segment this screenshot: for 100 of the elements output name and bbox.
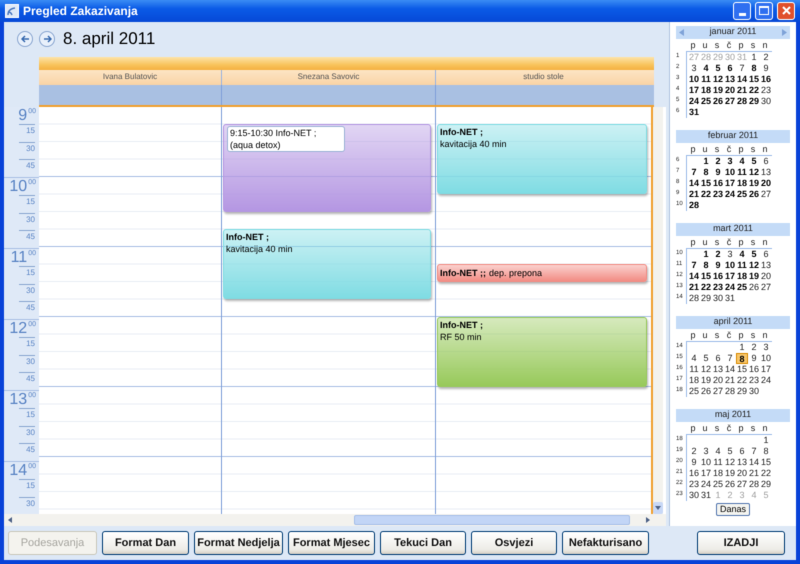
calendar-day[interactable]: 22 xyxy=(700,188,712,200)
calendar-day[interactable]: 26 xyxy=(712,96,724,106)
calendar-day[interactable]: 2 xyxy=(712,248,724,260)
calendar-day[interactable]: 19 xyxy=(748,178,760,188)
calendar-day[interactable]: 26 xyxy=(748,282,760,292)
calendar-day[interactable]: 8 xyxy=(736,352,748,364)
calendar-day[interactable]: 26 xyxy=(748,188,760,200)
calendar-day[interactable]: 19 xyxy=(700,374,712,386)
toolbar-button[interactable]: Nefakturisano xyxy=(562,531,649,555)
calendar-day[interactable]: 13 xyxy=(760,260,772,270)
calendar-day[interactable]: 17 xyxy=(724,270,736,282)
calendar-day[interactable]: 9 xyxy=(748,352,760,364)
calendar-day[interactable]: 5 xyxy=(712,62,724,74)
calendar-day[interactable]: 11 xyxy=(688,364,700,374)
vertical-scrollbar[interactable] xyxy=(651,106,663,514)
calendar-day[interactable]: 14 xyxy=(748,456,760,468)
calendar-day[interactable]: 21 xyxy=(688,188,700,200)
calendar-day[interactable]: 31 xyxy=(700,490,712,500)
calendar-day[interactable]: 2 xyxy=(712,156,724,166)
calendar-day[interactable]: 31 xyxy=(724,292,736,304)
calendar-day[interactable]: 31 xyxy=(688,106,700,118)
calendar-day[interactable]: 6 xyxy=(724,62,736,74)
calendar-day[interactable]: 9 xyxy=(688,456,700,468)
calendar-day[interactable]: 2 xyxy=(760,52,772,62)
calendar-day[interactable]: 18 xyxy=(712,468,724,478)
calendar-day[interactable]: 10 xyxy=(724,166,736,178)
calendar-day[interactable]: 15 xyxy=(760,456,772,468)
calendar-day[interactable]: 18 xyxy=(688,374,700,386)
calendar-day[interactable]: 1 xyxy=(736,342,748,352)
previous-day-button[interactable] xyxy=(17,31,33,47)
calendar-day[interactable]: 4 xyxy=(688,352,700,364)
calendar-day[interactable]: 25 xyxy=(736,282,748,292)
calendar-day[interactable]: 22 xyxy=(748,84,760,96)
calendar-day[interactable]: 16 xyxy=(748,364,760,374)
calendar-day[interactable]: 11 xyxy=(736,260,748,270)
appointment[interactable]: Info-NET ; kavitacija 40 min xyxy=(223,229,431,299)
calendar-day[interactable]: 8 xyxy=(760,446,772,456)
calendar-day[interactable]: 14 xyxy=(724,364,736,374)
calendar-day[interactable]: 7 xyxy=(688,260,700,270)
calendar-day[interactable]: 6 xyxy=(736,446,748,456)
calendar-day[interactable]: 17 xyxy=(700,468,712,478)
appointment[interactable]: Info-NET ; kavitacija 40 min xyxy=(437,124,647,194)
appointment[interactable]: Info-NET ;; dep. prepona xyxy=(437,264,647,282)
calendar-day[interactable]: 3 xyxy=(700,446,712,456)
appointment[interactable]: 9:15-10:30 Info-NET ; (aqua detox) xyxy=(223,124,431,212)
calendar-day[interactable]: 23 xyxy=(712,188,724,200)
calendar-day[interactable]: 4 xyxy=(700,62,712,74)
calendar-day[interactable]: 30 xyxy=(688,490,700,500)
calendar-day[interactable]: 11 xyxy=(712,456,724,468)
calendar-day[interactable]: 12 xyxy=(748,166,760,178)
calendar-day[interactable]: 20 xyxy=(760,270,772,282)
calendar-day[interactable]: 21 xyxy=(724,374,736,386)
calendar-day[interactable]: 24 xyxy=(760,374,772,386)
calendar-day[interactable]: 28 xyxy=(736,96,748,106)
calendar-day[interactable]: 18 xyxy=(736,178,748,188)
maximize-button[interactable] xyxy=(755,2,773,20)
calendar-day[interactable]: 26 xyxy=(700,386,712,396)
calendar-day[interactable]: 9 xyxy=(712,166,724,178)
calendar-day[interactable]: 22 xyxy=(736,374,748,386)
calendar-day[interactable]: 8 xyxy=(700,260,712,270)
calendar-day[interactable]: 12 xyxy=(700,364,712,374)
calendar-day[interactable]: 1 xyxy=(700,248,712,260)
calendar-day[interactable]: 5 xyxy=(748,248,760,260)
calendar-day[interactable]: 7 xyxy=(748,446,760,456)
calendar-day[interactable]: 7 xyxy=(688,166,700,178)
calendar-day[interactable]: 12 xyxy=(724,456,736,468)
calendar-day[interactable]: 16 xyxy=(712,178,724,188)
calendar-day[interactable]: 29 xyxy=(760,478,772,490)
calendar-day[interactable]: 10 xyxy=(724,260,736,270)
calendar-day[interactable]: 4 xyxy=(736,156,748,166)
calendar-day[interactable]: 19 xyxy=(724,468,736,478)
calendar-day[interactable]: 10 xyxy=(760,352,772,364)
calendar-day[interactable]: 14 xyxy=(688,270,700,282)
calendar-day[interactable]: 25 xyxy=(700,96,712,106)
calendar-day[interactable]: 18 xyxy=(736,270,748,282)
calendar-day[interactable]: 22 xyxy=(760,468,772,478)
calendar-day[interactable]: 15 xyxy=(700,178,712,188)
calendar-day[interactable]: 6 xyxy=(760,248,772,260)
calendar-day[interactable]: 19 xyxy=(712,84,724,96)
calendar-day[interactable]: 5 xyxy=(700,352,712,364)
calendar-day[interactable]: 7 xyxy=(736,62,748,74)
calendar-day[interactable]: 13 xyxy=(724,74,736,84)
calendar-day[interactable]: 11 xyxy=(700,74,712,84)
calendar-day[interactable]: 28 xyxy=(688,292,700,304)
calendar-day[interactable]: 3 xyxy=(688,62,700,74)
toolbar-button[interactable]: Format Nedjelja xyxy=(194,531,283,555)
calendar-day[interactable]: 8 xyxy=(700,166,712,178)
calendar-day[interactable]: 21 xyxy=(736,84,748,96)
calendar-day[interactable]: 23 xyxy=(760,84,772,96)
calendar-day[interactable]: 7 xyxy=(724,352,736,364)
toolbar-button[interactable]: Format Mjesec xyxy=(288,531,375,555)
calendar-day[interactable]: 11 xyxy=(736,166,748,178)
calendar-day[interactable]: 14 xyxy=(688,178,700,188)
calendar-day[interactable]: 9 xyxy=(760,62,772,74)
calendar-day[interactable]: 27 xyxy=(736,478,748,490)
calendar-day[interactable]: 28 xyxy=(748,478,760,490)
calendar-day[interactable]: 1 xyxy=(700,156,712,166)
toolbar-button[interactable]: Osvjezi xyxy=(471,531,557,555)
toolbar-button[interactable]: Format Dan xyxy=(102,531,189,555)
calendar-day[interactable]: 23 xyxy=(712,282,724,292)
